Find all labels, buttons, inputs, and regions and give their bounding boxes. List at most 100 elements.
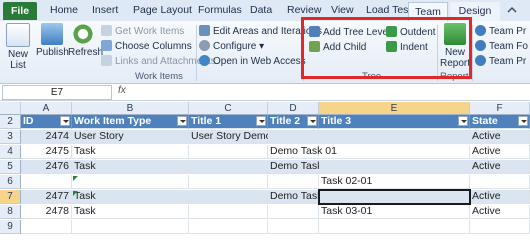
table-cell[interactable]: Demo Task 02: [268, 160, 337, 174]
table-cell[interactable]: 2474: [21, 130, 72, 144]
team-item-label: Team Pr: [489, 56, 527, 67]
table-cell[interactable]: Task 02-01: [319, 175, 470, 189]
active-cell-border: [318, 189, 471, 205]
table-header-label: State: [472, 115, 498, 127]
table-header-cell[interactable]: State: [470, 115, 530, 129]
team-icon: [475, 55, 486, 66]
table-cell[interactable]: [189, 175, 268, 189]
table-header-cell[interactable]: Title 2: [268, 115, 319, 129]
table-cell[interactable]: Task 03-01: [319, 205, 470, 219]
table-cell[interactable]: Task: [72, 145, 189, 159]
table-cell[interactable]: User Story Demo: [189, 130, 272, 144]
row-header[interactable]: 9: [0, 220, 21, 234]
table-header-cell[interactable]: Work Item Type: [72, 115, 189, 129]
table-cell[interactable]: Active: [470, 130, 530, 144]
choose-columns-button[interactable]: Choose Columns: [101, 39, 192, 54]
table-cell[interactable]: [21, 220, 72, 234]
row-header[interactable]: 3: [0, 130, 21, 144]
table-cell[interactable]: [268, 175, 319, 189]
column-header[interactable]: D: [268, 102, 319, 115]
refresh-button[interactable]: Refresh: [68, 23, 103, 58]
team-project-button[interactable]: Team Pr: [475, 24, 526, 39]
error-indicator-icon: [73, 176, 78, 181]
row-header[interactable]: 4: [0, 145, 21, 159]
column-header[interactable]: A: [21, 102, 72, 115]
table-cell[interactable]: [189, 205, 268, 219]
table-cell[interactable]: [319, 220, 470, 234]
table-cell[interactable]: [319, 145, 470, 159]
open-web-access-button[interactable]: Open in Web Access: [199, 54, 306, 69]
column-header[interactable]: B: [72, 102, 189, 115]
table-cell[interactable]: Demo Task 01: [268, 145, 337, 159]
filter-dropdown-icon[interactable]: [458, 116, 468, 126]
column-header-selected[interactable]: E: [319, 102, 470, 115]
new-list-button[interactable]: New List: [3, 23, 33, 71]
error-indicator-icon: [73, 191, 78, 196]
table-cell[interactable]: Active: [470, 145, 530, 159]
tab-review[interactable]: Review: [287, 4, 321, 16]
filter-dropdown-icon[interactable]: [177, 116, 187, 126]
table-cell[interactable]: [189, 190, 268, 204]
table-header-cell[interactable]: Title 1: [189, 115, 268, 129]
tab-formulas[interactable]: Formulas: [198, 4, 242, 16]
filter-dropdown-icon[interactable]: [60, 116, 70, 126]
table-cell[interactable]: [319, 160, 470, 174]
choose-columns-label: Choose Columns: [115, 41, 192, 52]
minimize-ribbon-icon[interactable]: [506, 5, 518, 15]
get-work-items-button[interactable]: Get Work Items: [101, 24, 184, 39]
table-cell[interactable]: 2476: [21, 160, 72, 174]
table-cell[interactable]: [470, 220, 530, 234]
tab-data[interactable]: Data: [250, 4, 272, 16]
table-cell[interactable]: Task: [72, 160, 189, 174]
team-portal-button[interactable]: Team Pr: [475, 54, 526, 69]
tree-group-highlight: [301, 17, 472, 79]
table-cell[interactable]: Task: [72, 190, 189, 204]
tab-insert[interactable]: Insert: [92, 4, 118, 16]
tab-file[interactable]: File: [3, 2, 37, 20]
name-box[interactable]: E7: [2, 85, 112, 100]
table-cell[interactable]: [470, 175, 530, 189]
table-cell[interactable]: Active: [470, 190, 530, 204]
table-cell[interactable]: Active: [470, 205, 530, 219]
tab-page-layout[interactable]: Page Layout: [133, 4, 192, 16]
table-cell[interactable]: [189, 220, 268, 234]
globe-icon: [199, 55, 210, 66]
tab-home[interactable]: Home: [50, 4, 78, 16]
chevron-down-icon: ▾: [259, 41, 265, 52]
table-cell[interactable]: User Story: [72, 130, 189, 144]
row-header-selected[interactable]: 7: [0, 190, 21, 204]
row-header[interactable]: 2: [0, 115, 21, 129]
select-all-corner[interactable]: [0, 102, 21, 115]
row-header[interactable]: 5: [0, 160, 21, 174]
table-cell[interactable]: [319, 130, 470, 144]
table-header-cell[interactable]: Title 3: [319, 115, 470, 129]
table-cell[interactable]: 2477: [21, 190, 72, 204]
tab-load-test[interactable]: Load Test: [366, 4, 411, 16]
row-header[interactable]: 8: [0, 205, 21, 219]
filter-dropdown-icon[interactable]: [518, 116, 528, 126]
configure-button[interactable]: Configure ▾: [199, 39, 264, 54]
table-cell[interactable]: Task: [72, 205, 189, 219]
team-foundation-button[interactable]: Team Fo: [475, 39, 528, 54]
table-cell[interactable]: [189, 160, 268, 174]
table-cell[interactable]: [72, 220, 189, 234]
table-cell[interactable]: 2478: [21, 205, 72, 219]
column-header[interactable]: F: [470, 102, 530, 115]
column-header[interactable]: C: [189, 102, 268, 115]
row-header[interactable]: 6: [0, 175, 21, 189]
table-cell[interactable]: [268, 130, 319, 144]
table-cell[interactable]: [268, 205, 319, 219]
tab-view[interactable]: View: [331, 4, 354, 16]
table-cell[interactable]: 2475: [21, 145, 72, 159]
table-cell[interactable]: Demo Task 03: [268, 190, 337, 204]
table-cell[interactable]: [21, 175, 72, 189]
filter-dropdown-icon[interactable]: [307, 116, 317, 126]
table-cell[interactable]: [189, 145, 268, 159]
table-cell[interactable]: Active: [470, 160, 530, 174]
filter-dropdown-icon[interactable]: [256, 116, 266, 126]
table-cell[interactable]: [268, 220, 319, 234]
table-cell[interactable]: [72, 175, 189, 189]
table-header-cell[interactable]: ID: [21, 115, 72, 129]
worksheet-grid: A B C D E F 2 ID Work Item Type Title 1 Titl…: [0, 102, 530, 240]
publish-button[interactable]: Publish: [36, 23, 69, 58]
